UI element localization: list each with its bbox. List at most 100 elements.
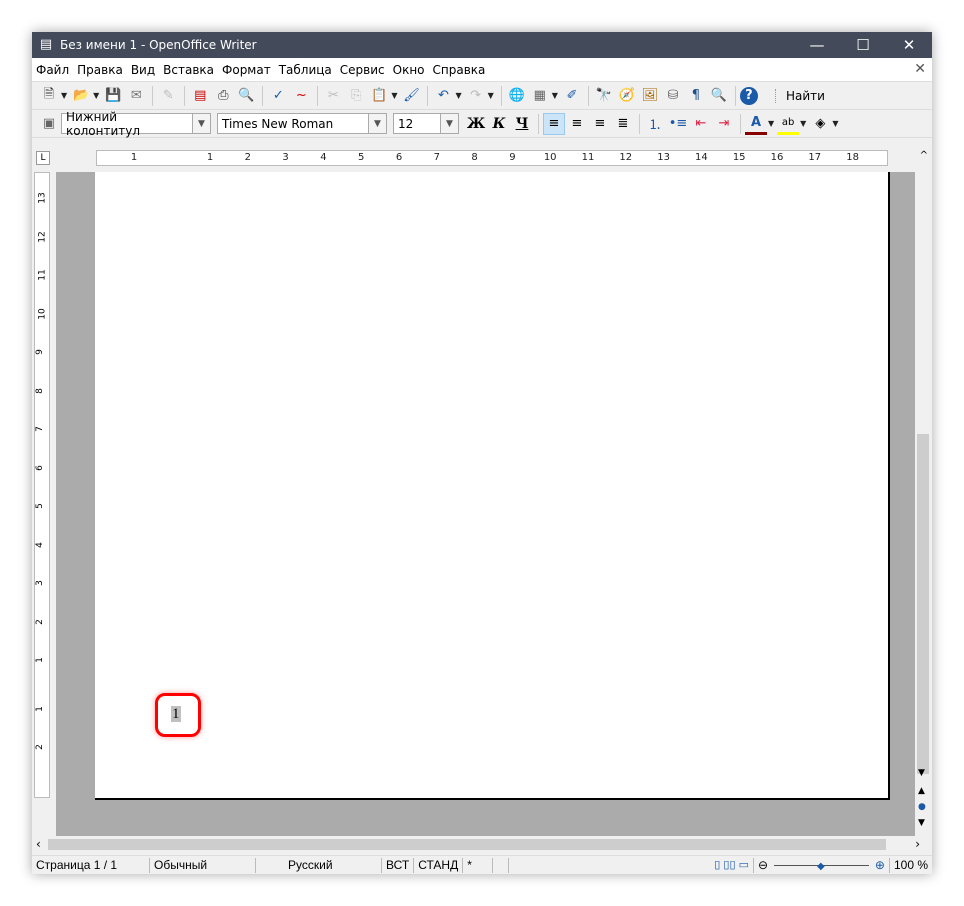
- scrollbar-thumb[interactable]: [917, 434, 929, 774]
- dropdown-arrow-icon[interactable]: ▼: [391, 91, 397, 100]
- vertical-ruler[interactable]: 13 12 11 10 9 8 7 6 5 4 3 2 1 1 2: [34, 172, 50, 798]
- save-icon[interactable]: 💾: [102, 85, 124, 107]
- align-center-button[interactable]: ≡: [566, 113, 588, 135]
- menu-item[interactable]: Правка: [75, 63, 129, 77]
- zoom-level[interactable]: 100 %: [890, 858, 932, 873]
- navigation-button[interactable]: ●: [918, 802, 926, 812]
- horizontal-scrollbar[interactable]: ‹ ›: [32, 836, 932, 853]
- justify-button[interactable]: ≣: [612, 113, 634, 135]
- font-name-select[interactable]: Times New Roman ▼: [217, 113, 387, 134]
- open-icon[interactable]: 📂: [70, 85, 92, 107]
- numbering-icon[interactable]: ⒈: [644, 113, 666, 135]
- bullets-icon[interactable]: •≡: [667, 113, 689, 135]
- scrollbar-thumb[interactable]: [48, 839, 886, 850]
- zoom-slider-thumb[interactable]: ◆: [817, 859, 825, 874]
- gallery-icon[interactable]: 🖼: [639, 85, 661, 107]
- menu-item[interactable]: Сервис: [338, 63, 391, 77]
- help-icon[interactable]: ?: [739, 86, 758, 105]
- navigator-icon[interactable]: 🧭: [616, 85, 638, 107]
- page-style[interactable]: Обычный: [150, 857, 256, 873]
- draw-icon[interactable]: ✐: [561, 85, 583, 107]
- separator: [317, 85, 319, 106]
- vertical-scrollbar[interactable]: ▼ ▲ ● ▼: [915, 172, 931, 836]
- ruler-tick-label: 5: [358, 152, 365, 163]
- previous-page-button[interactable]: ▲: [918, 786, 925, 796]
- underline-button[interactable]: Ч: [511, 113, 533, 135]
- font-color-icon[interactable]: A: [745, 113, 767, 135]
- autospellcheck-icon[interactable]: ~: [290, 85, 312, 107]
- menu-item[interactable]: Вид: [129, 63, 161, 77]
- menu-item[interactable]: Формат: [220, 63, 277, 77]
- minimize-button[interactable]: —: [794, 32, 840, 58]
- highlight-icon[interactable]: ab: [777, 113, 800, 135]
- ruler-tick-label: 9: [34, 349, 45, 355]
- menu-item[interactable]: Вставка: [161, 63, 220, 77]
- paragraph-style-select[interactable]: Нижний колонтитул ▼: [61, 110, 211, 138]
- view-layout-buttons[interactable]: ▯ ▯▯ ▭: [710, 857, 754, 873]
- copy-icon[interactable]: ⎘: [345, 85, 367, 107]
- increase-indent-icon[interactable]: ⇥: [713, 113, 735, 135]
- zoom-icon[interactable]: 🔍: [708, 85, 730, 107]
- next-page-button[interactable]: ▼: [918, 818, 925, 828]
- chevron-down-icon[interactable]: ▼: [192, 114, 210, 133]
- bold-button[interactable]: Ж: [465, 113, 487, 135]
- dropdown-arrow-icon[interactable]: ▼: [93, 91, 99, 100]
- zoom-in-icon[interactable]: ⊕: [875, 858, 885, 873]
- close-document-icon[interactable]: ✕: [914, 61, 926, 77]
- redo-icon[interactable]: ↷: [465, 85, 487, 107]
- dropdown-arrow-icon[interactable]: ▼: [552, 91, 558, 100]
- selection-mode[interactable]: СТАНД: [414, 857, 464, 873]
- ruler-tick-label: 17: [808, 152, 822, 163]
- close-button[interactable]: ✕: [886, 32, 932, 58]
- menu-item[interactable]: Окно: [391, 63, 431, 77]
- zoom-slider[interactable]: ⊖ ◆ ⊕: [754, 857, 890, 874]
- page[interactable]: 1: [95, 172, 890, 800]
- menu-item[interactable]: Таблица: [277, 63, 338, 77]
- find-replace-icon[interactable]: 🔭: [593, 85, 615, 107]
- background-color-icon[interactable]: ◈: [809, 113, 831, 135]
- maximize-button[interactable]: ☐: [840, 32, 886, 58]
- hyperlink-icon[interactable]: 🌐: [506, 85, 528, 107]
- dropdown-arrow-icon[interactable]: ▼: [455, 91, 461, 100]
- undo-icon[interactable]: ↶: [432, 85, 454, 107]
- scroll-left-arrow[interactable]: ‹: [36, 837, 41, 851]
- menu-item[interactable]: Файл: [34, 63, 75, 77]
- spellcheck-icon[interactable]: ✓: [267, 85, 289, 107]
- chevron-down-icon[interactable]: ▼: [368, 114, 386, 133]
- dropdown-arrow-icon[interactable]: ▼: [488, 91, 494, 100]
- paste-icon[interactable]: 📋: [368, 85, 390, 107]
- table-icon[interactable]: ▦: [529, 85, 551, 107]
- ruler-tick-label: 9: [509, 152, 516, 163]
- new-icon[interactable]: 🗎: [38, 85, 60, 107]
- datasource-icon[interactable]: ⛁: [662, 85, 684, 107]
- page-indicator[interactable]: Страница 1 / 1: [32, 857, 150, 873]
- styles-icon[interactable]: ▣: [38, 113, 60, 135]
- cut-icon[interactable]: ✂: [322, 85, 344, 107]
- horizontal-ruler[interactable]: 1 1 2 3 4 5 6 7 8 9 10 11 12 13 14 15 16 17 18: [96, 150, 888, 166]
- insert-mode[interactable]: ВСТ: [382, 857, 415, 873]
- chevron-up-icon[interactable]: ^: [920, 150, 928, 161]
- find-field[interactable]: Найти: [774, 88, 825, 103]
- menu-item[interactable]: Справка: [431, 63, 492, 77]
- scroll-down-arrow[interactable]: ▼: [918, 768, 925, 778]
- decrease-indent-icon[interactable]: ⇤: [690, 113, 712, 135]
- align-right-button[interactable]: ≡: [589, 113, 611, 135]
- email-icon[interactable]: ✉: [125, 85, 147, 107]
- tab-stop-selector[interactable]: L: [36, 151, 50, 165]
- export-pdf-icon[interactable]: ▤: [189, 85, 211, 107]
- font-size-select[interactable]: 12 ▼: [393, 113, 459, 134]
- dropdown-arrow-icon[interactable]: ▼: [61, 91, 67, 100]
- separator: [734, 85, 736, 106]
- chevron-down-icon[interactable]: ▼: [440, 114, 458, 133]
- scroll-right-arrow[interactable]: ›: [915, 837, 920, 851]
- language[interactable]: Русский: [256, 857, 382, 873]
- print-icon[interactable]: ⎙: [212, 85, 234, 107]
- formatting-marks-icon[interactable]: ¶: [685, 85, 707, 107]
- clone-format-icon[interactable]: 🖌: [400, 85, 422, 107]
- edit-file-icon[interactable]: ✎: [157, 85, 179, 107]
- print-preview-icon[interactable]: 🔍: [235, 85, 257, 107]
- ruler-tick-label: 2: [34, 618, 45, 625]
- zoom-out-icon[interactable]: ⊖: [758, 858, 768, 872]
- align-left-button[interactable]: ≡: [543, 112, 565, 135]
- italic-button[interactable]: К: [488, 113, 510, 135]
